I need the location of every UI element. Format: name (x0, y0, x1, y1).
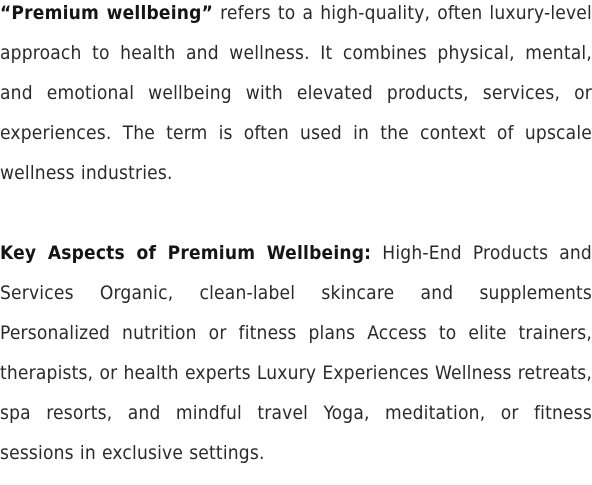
term-heading: “Premium wellbeing” (0, 2, 214, 24)
paragraph-key-aspects: Key Aspects of Premium Wellbeing: High-E… (0, 233, 592, 473)
definition-text: refers to a high-quality, often luxury-l… (0, 2, 592, 184)
document-body: “Premium wellbeing” refers to a high-qua… (0, 0, 592, 473)
key-aspects-heading: Key Aspects of Premium Wellbeing: (0, 242, 372, 264)
key-aspects-text: High-End Products and Services Organic, … (0, 242, 592, 464)
paragraph-definition: “Premium wellbeing” refers to a high-qua… (0, 0, 592, 193)
